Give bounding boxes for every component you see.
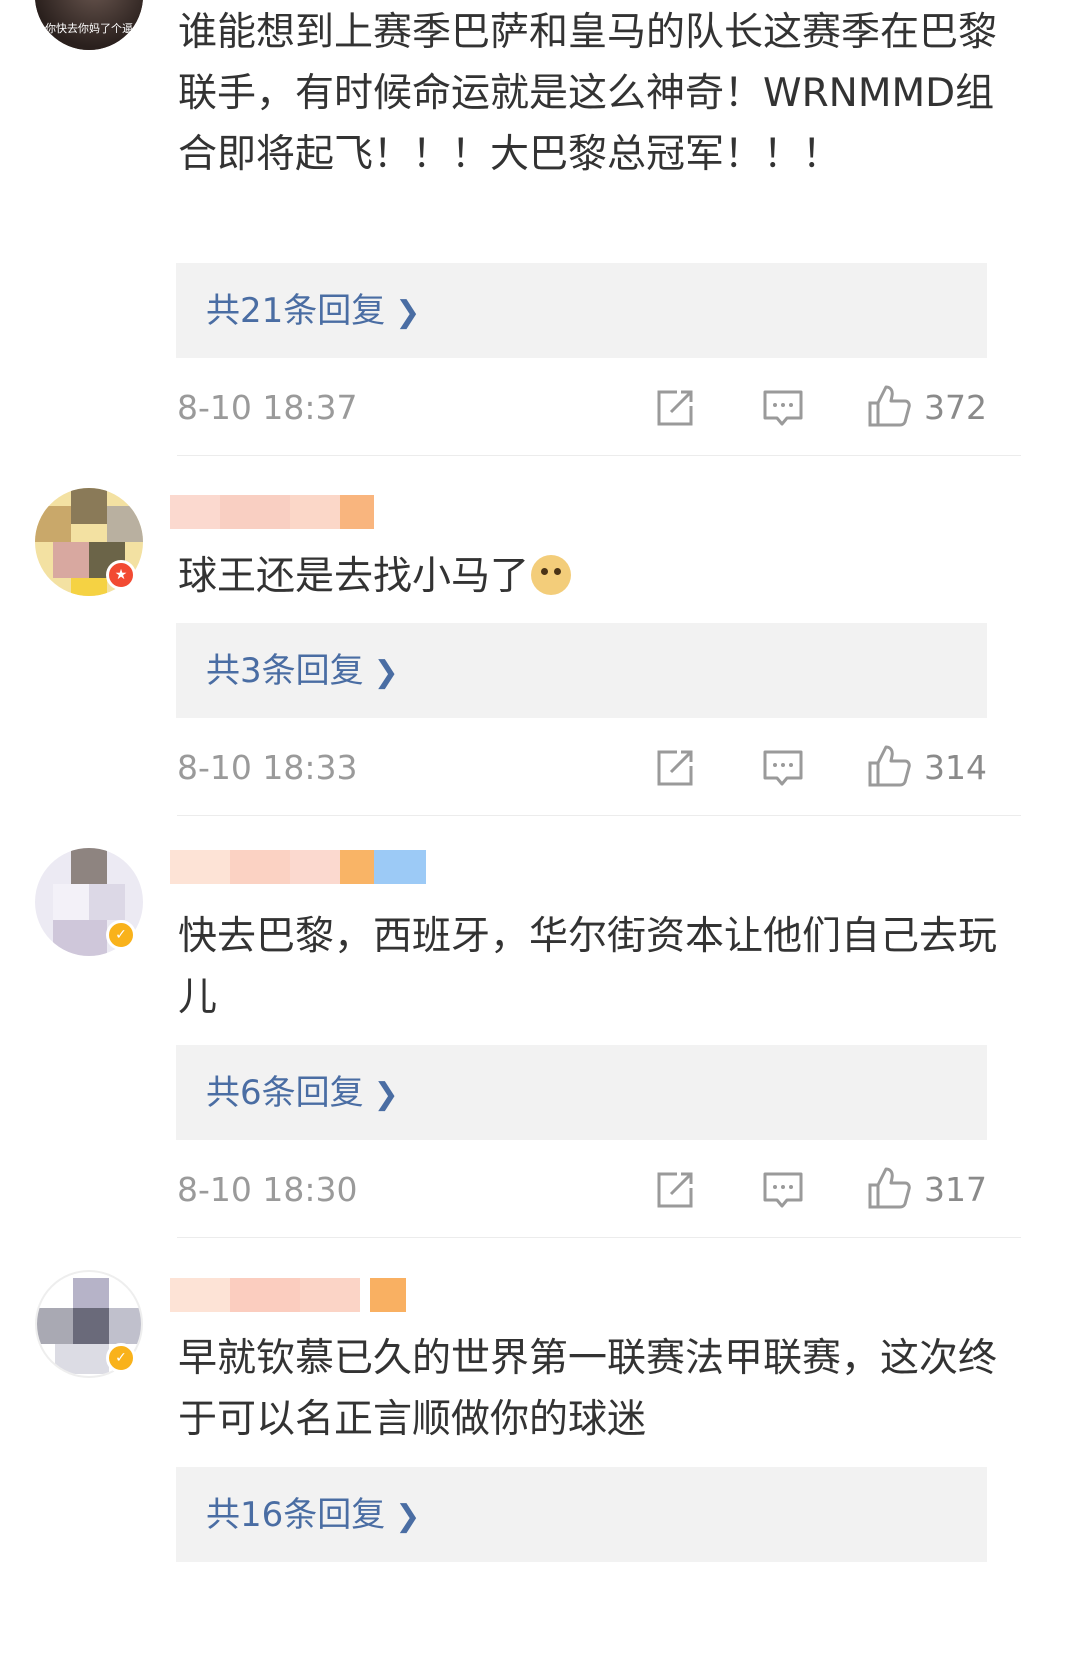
comment-timestamp: 8-10 18:30 [177,1170,358,1209]
chevron-right-icon: ❯ [373,655,399,690]
replies-count-label: 共21条回复 [206,291,386,331]
like-count: 372 [924,388,987,427]
replies-count-label: 共16条回复 [206,1495,386,1535]
divider [177,815,1021,816]
repost-icon[interactable] [653,746,697,790]
chevron-right-icon: ❯ [395,1499,421,1534]
chevron-right-icon: ❯ [373,1077,399,1112]
comment-text: 早就钦慕已久的世界第一联赛法甲联赛，这次终于可以名正言顺做你的球迷 [178,1336,998,1442]
replies-box[interactable]: 共16条回复 ❯ [176,1467,987,1562]
comment-text-content: 球王还是去找小马了 [178,554,530,599]
repost-icon[interactable] [653,1168,697,1212]
comment-item: ✓ 快去巴黎，西班牙，华尔街资本让他们自己去玩儿 共6条回复 ❯ 8-10 18:… [0,830,1079,1250]
divider [177,455,1021,456]
like-count: 314 [924,748,987,787]
chevron-right-icon: ❯ [395,295,421,330]
replies-count-label: 共6条回复 [206,1073,364,1113]
comment-timestamp: 8-10 18:33 [177,748,358,787]
verified-badge: ✓ [106,1343,136,1373]
comment-item: ★ 球王还是去找小马了 共3条回复 ❯ 8-10 18:33 314 [0,470,1079,830]
like-count: 317 [924,1170,987,1209]
view-replies-link[interactable]: 共21条回复 ❯ [206,291,420,333]
repost-icon[interactable] [653,386,697,430]
view-replies-link[interactable]: 共16条回复 ❯ [206,1495,420,1537]
verified-badge: ★ [106,560,136,590]
username[interactable] [170,1278,410,1312]
thumbs-up-icon[interactable] [867,744,911,788]
avatar-caption: 你快去你妈了个逼 [45,22,133,35]
avatar[interactable]: 你快去你妈了个逼 [35,0,143,50]
doge-emoji [531,555,572,595]
thumbs-up-icon[interactable] [867,1166,911,1210]
username[interactable] [170,495,380,529]
divider [177,1237,1021,1238]
comment-text: 快去巴黎，西班牙，华尔街资本让他们自己去玩儿 [178,914,998,1020]
comment-item: 你快去你妈了个逼 谁能想到上赛季巴萨和皇马的队长这赛季在巴黎联手，有时候命运就是… [0,0,1079,470]
comment-text: 球王还是去找小马了 [178,546,1008,607]
replies-count-label: 共3条回复 [206,651,364,691]
view-replies-link[interactable]: 共3条回复 ❯ [206,651,399,693]
replies-box[interactable]: 共3条回复 ❯ [176,623,987,718]
comment-text: 谁能想到上赛季巴萨和皇马的队长这赛季在巴黎联手，有时候命运就是这么神奇！WRNM… [178,10,998,177]
comment-item: ✓ 早就钦慕已久的世界第一联赛法甲联赛，这次终于可以名正言顺做你的球迷 共16条… [0,1250,1079,1658]
comment-timestamp: 8-10 18:37 [177,388,358,427]
comment-icon[interactable] [761,386,805,430]
username[interactable] [170,850,426,884]
verified-badge: ✓ [106,920,136,950]
view-replies-link[interactable]: 共6条回复 ❯ [206,1073,399,1115]
thumbs-up-icon[interactable] [867,384,911,428]
comment-icon[interactable] [761,1168,805,1212]
comment-icon[interactable] [761,746,805,790]
replies-box[interactable]: 共21条回复 ❯ [176,263,987,358]
replies-box[interactable]: 共6条回复 ❯ [176,1045,987,1140]
